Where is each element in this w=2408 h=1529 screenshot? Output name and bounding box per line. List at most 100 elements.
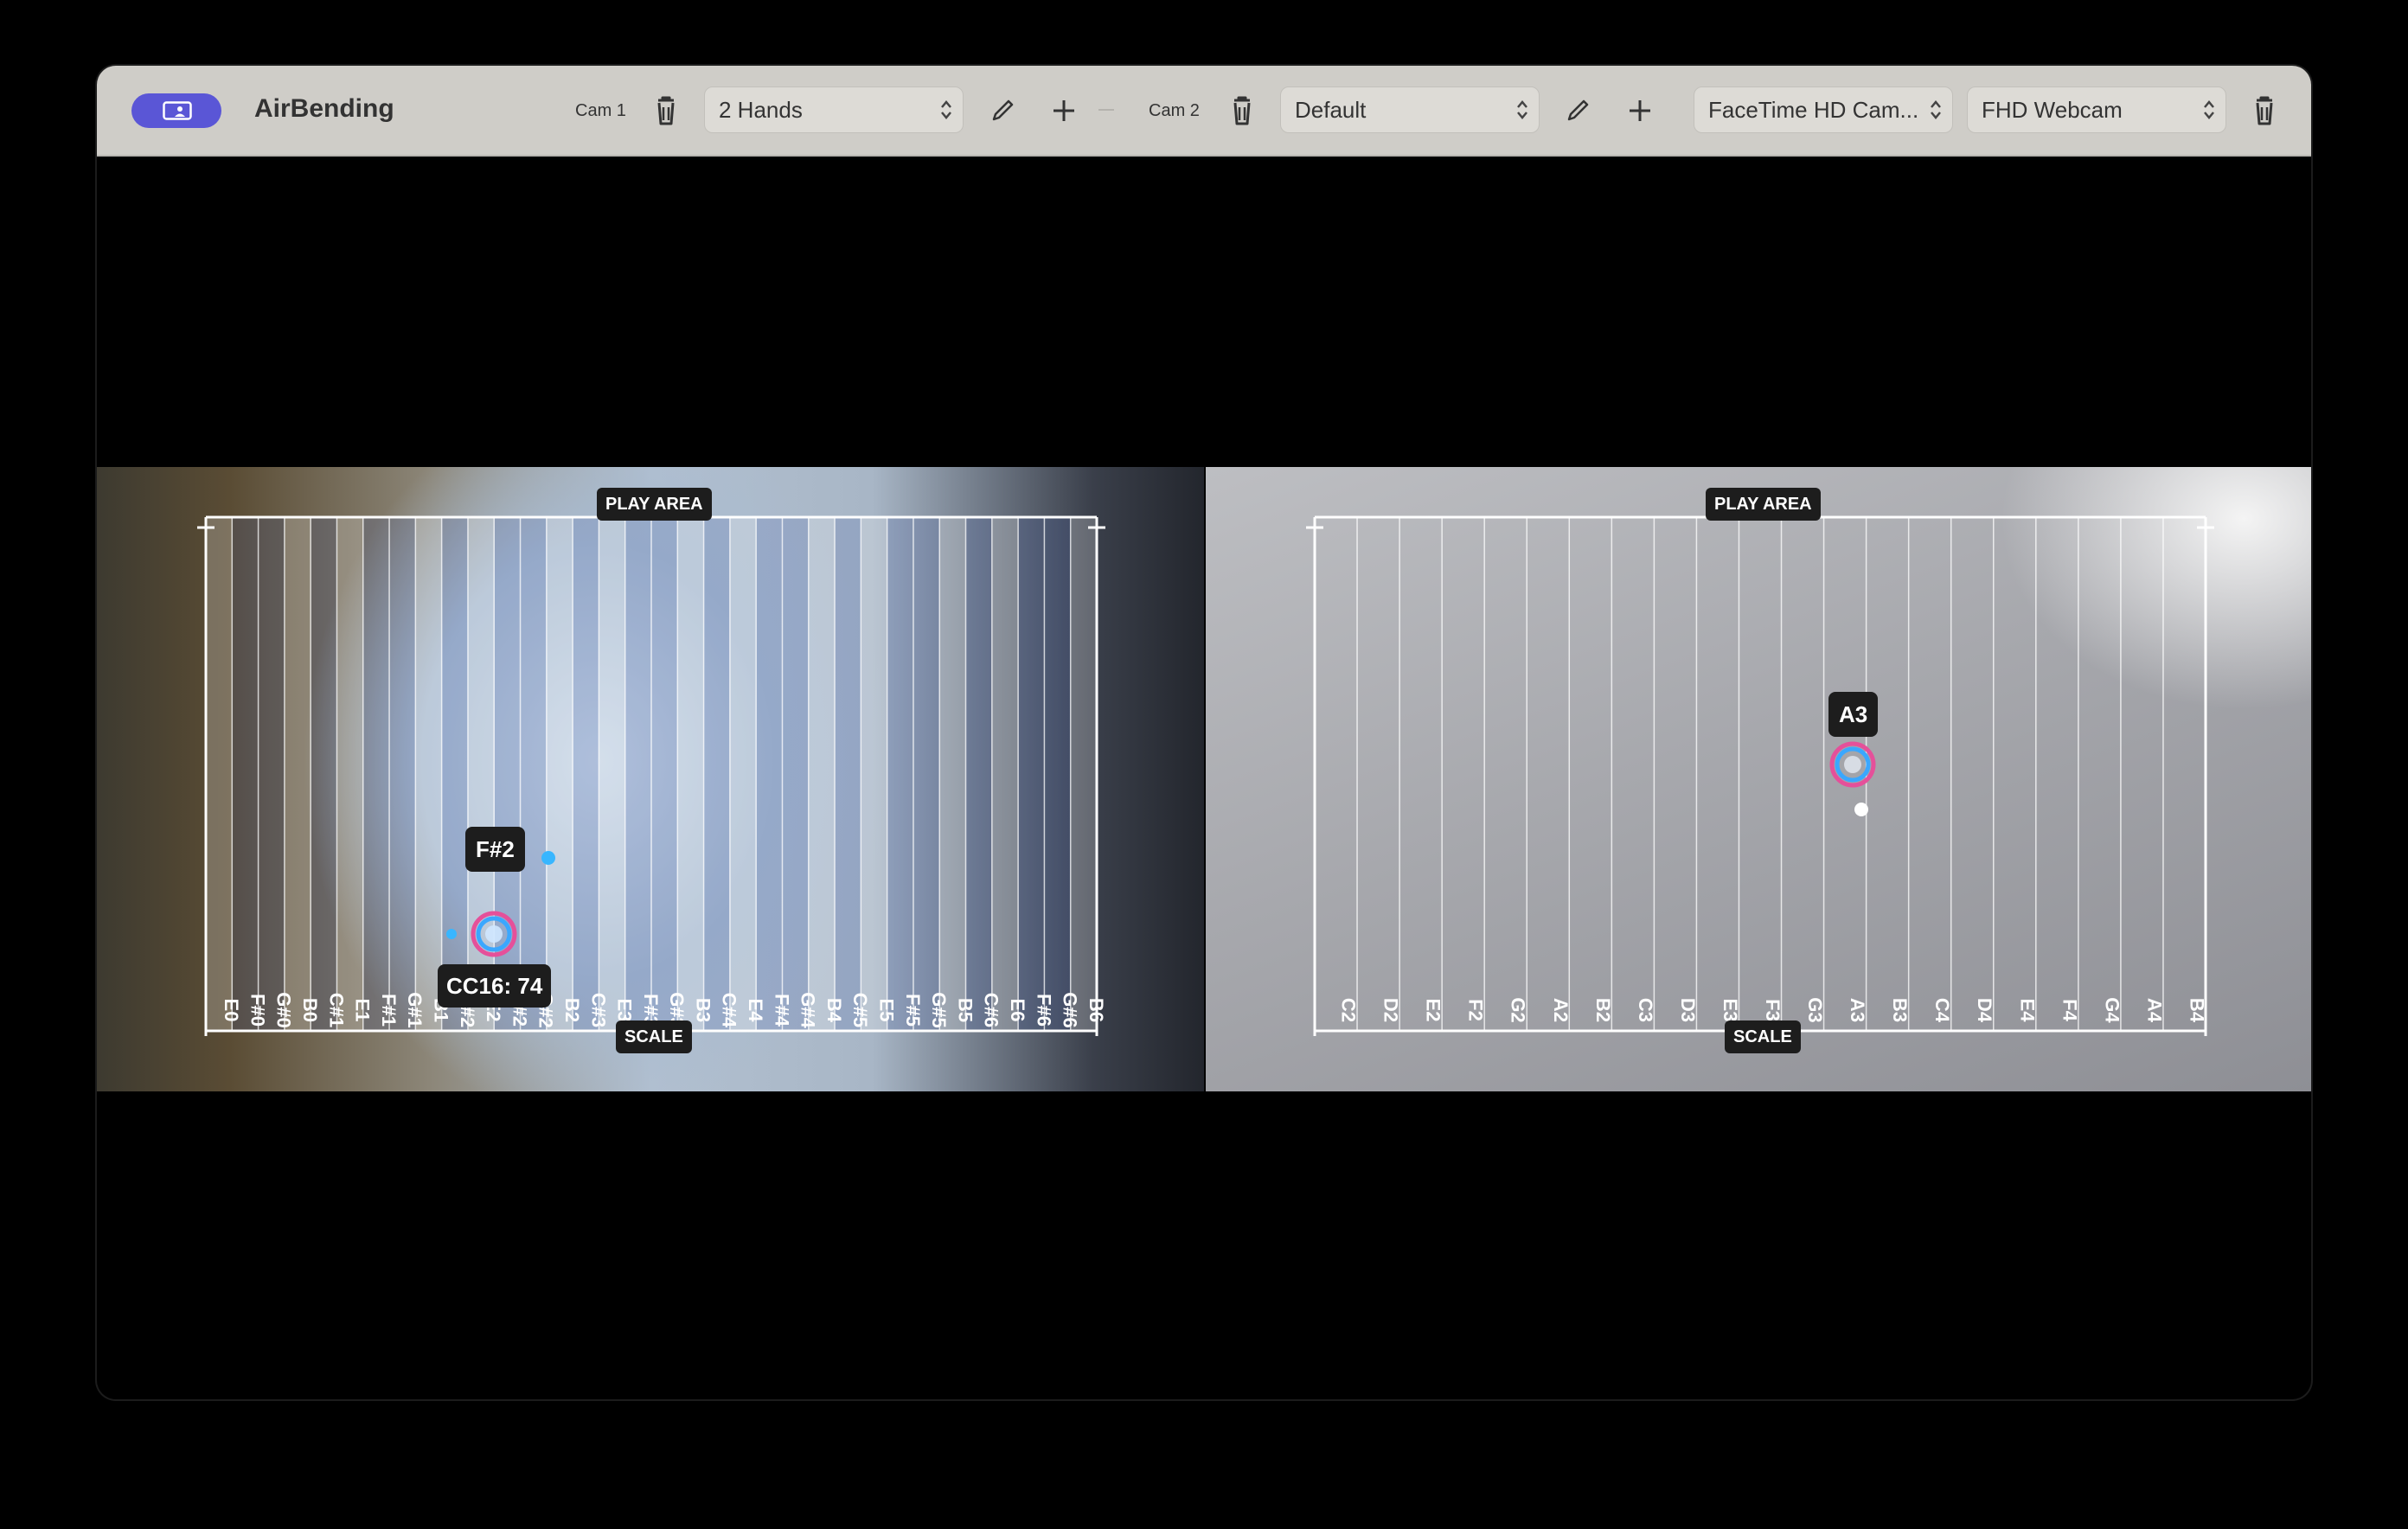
cam1-note-zone [861, 517, 887, 1031]
cam1-note-zone [206, 517, 233, 1031]
cam1-note-zone [520, 517, 547, 1031]
cam1-note-zone [311, 517, 337, 1031]
cam1-note-label: F#4 [771, 994, 792, 1027]
cam2-note-label: D3 [1677, 998, 1699, 1022]
cam2-add-plus-icon[interactable] [1621, 90, 1659, 131]
cam1-active-note: F#2 [465, 827, 525, 872]
cam2-note-label: E2 [1423, 999, 1444, 1022]
cam1-preset-select[interactable]: 2 Hands [704, 86, 964, 133]
app-title: AirBending [254, 94, 394, 123]
cam2-note-label: D2 [1380, 998, 1402, 1022]
chevron-updown-icon [1931, 100, 1941, 119]
cam1-note-zone [1070, 517, 1097, 1031]
cam2-note-label: G4 [2101, 997, 2123, 1023]
cam1-note-label: G#1 [404, 992, 426, 1028]
cam2-note-label: C3 [1635, 998, 1656, 1022]
cam1-note-zone [258, 517, 285, 1031]
cam1-note-label: F#1 [378, 994, 400, 1027]
cam2-feed: C2 D2 E2 F2 G2 A2 B2 C3 D3 E3 F3 G3 A3 B3 C4 D4 E4 F4 G4 A4… [1206, 467, 2311, 1091]
cam1-edit-pencil-icon[interactable] [983, 90, 1021, 131]
cam2-note-label: C2 [1338, 998, 1360, 1022]
webcam-device-value: FHD Webcam [1982, 97, 2123, 123]
cam1-note-zone [887, 517, 913, 1031]
cam2-edit-pencil-icon[interactable] [1559, 90, 1597, 131]
cam1-note-label: E6 [1007, 999, 1028, 1022]
cam2-note-label: B4 [2186, 998, 2207, 1023]
cam2-note-label: F2 [1465, 999, 1487, 1021]
cam1-note-zone [389, 517, 416, 1031]
chevron-updown-icon [941, 100, 951, 119]
cam1-note-zone [782, 517, 809, 1031]
camera-device-value: FaceTime HD Cam... [1708, 97, 1919, 123]
webcam-delete-trash-icon[interactable] [2245, 90, 2283, 131]
cam1-note-label: G#6 [1060, 992, 1081, 1028]
cam1-note-label: B3 [692, 998, 714, 1022]
cam2-active-note: A3 [1828, 692, 1879, 737]
webcam-device-select[interactable]: FHD Webcam [1967, 86, 2226, 133]
cam1-note-label: E3 [614, 999, 636, 1022]
cam1-note-label: E4 [745, 999, 766, 1023]
cam2-note-label: D4 [1974, 998, 1995, 1023]
cam1-note-zone [677, 517, 704, 1031]
cam1-note-zone [624, 517, 651, 1031]
cam1-scale-label[interactable]: SCALE [616, 1020, 692, 1053]
cam2-note-label: G2 [1508, 997, 1529, 1022]
cam2-note-labels: C2 D2 E2 F2 G2 A2 B2 C3 D3 E3 F3 G3 A3 B3 C4 D4 E4 F4 G4 A4… [1338, 997, 2208, 1023]
app-window: AirBending Cam 1 2 Hands Cam 2 Default F… [97, 66, 2311, 1399]
cam2-scale-label[interactable]: SCALE [1725, 1020, 1801, 1053]
cam2-note-label: F3 [1762, 999, 1784, 1021]
cam1-note-label: E0 [221, 999, 242, 1022]
cam1-note-label: C#3 [587, 993, 609, 1027]
cam1-note-zone [573, 517, 599, 1031]
cam1-note-label: B5 [954, 998, 976, 1022]
cam2-note-label: F4 [2059, 999, 2080, 1021]
cam1-note-label: C#6 [981, 993, 1002, 1027]
cam1-note-zone [756, 517, 783, 1031]
cam2-preset-select[interactable]: Default [1280, 86, 1540, 133]
cam1-add-plus-icon[interactable] [1045, 90, 1083, 131]
cam1-note-zone [965, 517, 992, 1031]
cam1-note-label: E1 [352, 999, 374, 1022]
cam2-note-label: C4 [1931, 998, 1953, 1023]
cam1-note-stripes [206, 517, 1097, 1031]
cam1-note-zone [362, 517, 390, 1031]
cam2-preset-value: Default [1295, 97, 1367, 123]
cam1-note-zone [808, 517, 836, 1031]
cam1-note-label: C#5 [849, 993, 871, 1027]
cam1-note-label: E5 [876, 999, 898, 1022]
cam1-note-label: B6 [1086, 998, 1107, 1022]
cam1-note-label: G#0 [273, 992, 295, 1028]
cam1-delete-trash-icon[interactable] [647, 90, 685, 131]
cam1-note-label: B0 [299, 998, 321, 1022]
cam2-note-label: E3 [1720, 999, 1741, 1022]
cam1-note-zone [1018, 517, 1045, 1031]
cam1-note-label: F#6 [1033, 994, 1054, 1027]
cam1-note-zone [991, 517, 1019, 1031]
toolbar-separator [1098, 109, 1114, 111]
cam1-note-zone [415, 517, 442, 1031]
cam1-note-label: C#1 [325, 993, 347, 1027]
cam2-delete-trash-icon[interactable] [1223, 90, 1261, 131]
cam1-note-zone [441, 517, 468, 1031]
camera-device-select[interactable]: FaceTime HD Cam... [1694, 86, 1953, 133]
cam1-note-label: G#4 [797, 992, 819, 1028]
cam2-note-label: A2 [1550, 998, 1572, 1022]
cam1-note-label: B2 [561, 998, 583, 1022]
cam2-overlay: C2 D2 E2 F2 G2 A2 B2 C3 D3 E3 F3 G3 A3 B3 C4 D4 E4 F4 G4 A4… [1306, 515, 2214, 1036]
cam1-play-area-label[interactable]: PLAY AREA [597, 488, 712, 521]
cam1-note-label: B4 [823, 998, 845, 1023]
cam1-note-label: F#5 [902, 994, 924, 1027]
cam1-note-zone [703, 517, 730, 1031]
toolbar: AirBending Cam 1 2 Hands Cam 2 Default F… [97, 66, 2311, 157]
screen-person-icon [163, 101, 192, 120]
cam1-overlay: E0 F#0 G#0 B0 C#1 E1 F#1 G#1 B1 C#2 E2 F#2 G#2 B2 C#3 E… [197, 515, 1107, 1036]
cam1-note-zone [913, 517, 940, 1031]
cam1-preset-value: 2 Hands [719, 97, 803, 123]
app-icon-button[interactable] [131, 93, 221, 128]
cam2-label: Cam 2 [1149, 101, 1200, 120]
cam1-feed: E0 F#0 G#0 B0 C#1 E1 F#1 G#1 B1 C#2 E2 F#2 G#2 B2 C#3 E… [97, 467, 1204, 1091]
cam2-note-label: A3 [1847, 998, 1868, 1022]
cam1-note-zone [729, 517, 757, 1031]
cam2-play-area-label[interactable]: PLAY AREA [1706, 488, 1821, 521]
chevron-updown-icon [1517, 100, 1527, 119]
